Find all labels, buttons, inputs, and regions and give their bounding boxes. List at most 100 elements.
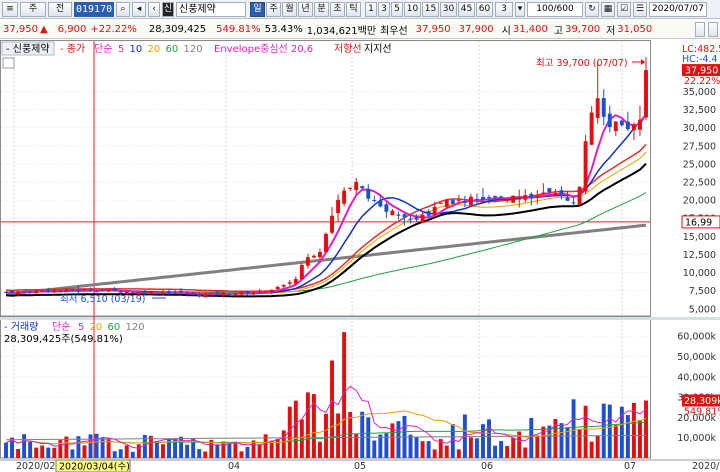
prev-stock-icon[interactable]: ‹ — [148, 1, 160, 17]
legend-resistance: 저항선 — [334, 43, 362, 55]
candle-body — [577, 186, 582, 205]
up-arrow-icon: ▲ — [40, 23, 48, 35]
date-input[interactable]: 2020/07/07 — [649, 1, 707, 17]
x-axis-label-end: 2020/07 — [692, 461, 720, 472]
stock-name-display: 신풍제약 — [176, 1, 246, 17]
sell-button[interactable] — [708, 22, 718, 37]
ask-price: 37,950 — [415, 23, 451, 35]
period-tab-4[interactable]: 분 — [314, 1, 329, 17]
volume-axis-tick: 60,000k — [677, 332, 716, 343]
refresh-icon[interactable]: ↻ — [585, 1, 599, 17]
candle-body — [384, 204, 389, 212]
period-tab-5[interactable]: 초 — [330, 1, 345, 17]
volume-value: 28,309,425 — [148, 23, 207, 35]
volume-bar — [613, 425, 618, 458]
volume-bar — [88, 434, 93, 458]
volume-bar — [161, 444, 165, 458]
candle-body — [517, 196, 522, 200]
candle-body — [94, 291, 99, 293]
high-label: 고 — [553, 25, 564, 37]
candle-body — [456, 199, 461, 201]
volume-pct-label: 549.81% — [684, 407, 720, 418]
candle-body — [601, 98, 606, 117]
spinner-arrow-icon[interactable]: ▾ — [515, 1, 525, 17]
candle-body — [112, 288, 117, 291]
list-icon[interactable]: ☰ — [633, 1, 647, 17]
candle-body — [354, 182, 359, 191]
candle-body — [275, 286, 280, 290]
candle-body — [462, 201, 467, 203]
candle-body — [311, 255, 316, 258]
candle-body — [420, 214, 425, 223]
interval-button-60[interactable]: 60 — [476, 1, 493, 17]
candle-body — [185, 293, 190, 295]
legend-ma-type: 단순 — [94, 43, 112, 55]
x-axis-label: 06 — [481, 461, 493, 472]
volume-bar — [426, 441, 431, 458]
interval-button-3[interactable]: 3 — [378, 1, 390, 17]
candle-body — [408, 218, 413, 220]
candle-body — [348, 187, 353, 189]
volume-bar — [245, 446, 250, 458]
period-tab-1[interactable]: 주 — [266, 1, 281, 17]
search-icon[interactable]: ⌕ — [116, 1, 130, 17]
price-axis-tick: 22,500 — [683, 178, 716, 189]
check-icon[interactable]: ☑ — [617, 1, 631, 17]
interval-spinner[interactable]: 3 — [495, 1, 513, 17]
speaker-icon[interactable]: ◂ — [132, 1, 146, 17]
interval-button-15[interactable]: 15 — [422, 1, 439, 17]
volume-bar — [4, 442, 8, 458]
candle-body — [245, 291, 250, 294]
period-tab-6[interactable]: 틱 — [346, 1, 361, 17]
period-tab-0[interactable]: 일 — [250, 1, 265, 17]
interval-button-30[interactable]: 30 — [440, 1, 457, 17]
volume-bar — [360, 411, 365, 458]
grid-icon[interactable]: ▦ — [601, 1, 615, 17]
volume-bar — [233, 441, 238, 458]
candle-body — [553, 193, 558, 196]
volume-bar — [100, 437, 105, 458]
candle-body — [583, 141, 588, 192]
candle-body — [444, 199, 449, 207]
volume-ratio: 549.81% — [216, 23, 261, 35]
volume-bar — [529, 417, 534, 458]
volume-legend-period: 60 — [108, 322, 121, 333]
price-axis-tick: 7,500 — [689, 286, 716, 297]
legend-support: 지지선 — [364, 43, 392, 55]
candle-body — [58, 290, 63, 292]
interval-button-10[interactable]: 10 — [404, 1, 421, 17]
stock-chart[interactable]: 35,000 32,500 30,000 27,500 25,000 22,500 20,0… — [0, 40, 720, 472]
x-axis-label: 04 — [228, 461, 240, 472]
volume-bar — [589, 441, 594, 458]
volume-legend-period: 5 — [78, 322, 84, 333]
candle-body — [481, 196, 485, 200]
candle-body — [529, 193, 534, 199]
market-select[interactable]: 주 — [20, 1, 46, 17]
candle-body — [191, 292, 196, 294]
period-tab-3[interactable]: 년 — [298, 1, 313, 17]
candle-body — [487, 197, 491, 199]
stock-code-input[interactable]: 019170 — [74, 1, 114, 17]
candle-body — [64, 289, 69, 292]
data-count-input[interactable]: 100/600 — [527, 1, 583, 17]
interval-button-45[interactable]: 45 — [458, 1, 475, 17]
period-tab-2[interactable]: 월 — [282, 1, 297, 17]
buy-button[interactable] — [695, 22, 705, 37]
volume-bar — [118, 449, 123, 458]
price-axis-tick: 30,000 — [683, 123, 716, 134]
volume-bar — [28, 441, 33, 458]
candle-body — [161, 292, 165, 294]
candle-body — [305, 257, 310, 266]
volume-bar — [293, 400, 298, 458]
menu-icon[interactable]: ≡ — [2, 1, 18, 17]
interval-button-1[interactable]: 1 — [365, 1, 377, 17]
candle-body — [215, 292, 220, 295]
category-select[interactable]: 전 — [48, 1, 72, 17]
pane-splitter — [0, 317, 720, 320]
price-change: 6,900 — [57, 23, 87, 35]
candle-body — [209, 293, 214, 295]
price-axis-tick: 15,000 — [683, 232, 716, 243]
interval-button-5[interactable]: 5 — [391, 1, 403, 17]
price-axis-tick: 35,000 — [683, 87, 716, 98]
candle-body — [281, 284, 286, 287]
